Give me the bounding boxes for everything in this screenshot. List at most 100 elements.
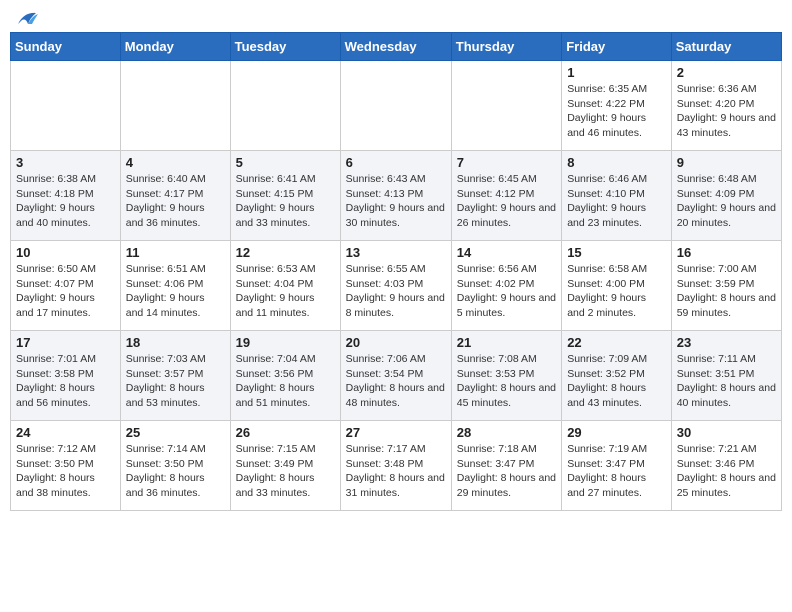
day-info: Sunrise: 6:41 AM Sunset: 4:15 PM Dayligh…	[236, 172, 335, 231]
day-number: 27	[346, 425, 446, 440]
day-of-week-header: Tuesday	[230, 33, 340, 61]
day-info: Sunrise: 6:38 AM Sunset: 4:18 PM Dayligh…	[16, 172, 115, 231]
day-number: 28	[457, 425, 556, 440]
day-number: 11	[126, 245, 225, 260]
day-number: 23	[677, 335, 776, 350]
day-number: 20	[346, 335, 446, 350]
calendar-cell: 5 Sunrise: 6:41 AM Sunset: 4:15 PM Daylig…	[230, 151, 340, 241]
calendar-cell: 25 Sunrise: 7:14 AM Sunset: 3:50 PM Dayli…	[120, 421, 230, 511]
day-number: 26	[236, 425, 335, 440]
page-header	[10, 10, 782, 24]
day-info: Sunrise: 7:18 AM Sunset: 3:47 PM Dayligh…	[457, 442, 556, 501]
day-info: Sunrise: 6:43 AM Sunset: 4:13 PM Dayligh…	[346, 172, 446, 231]
day-number: 16	[677, 245, 776, 260]
day-info: Sunrise: 7:14 AM Sunset: 3:50 PM Dayligh…	[126, 442, 225, 501]
calendar-cell: 3 Sunrise: 6:38 AM Sunset: 4:18 PM Daylig…	[11, 151, 121, 241]
day-of-week-header: Friday	[562, 33, 672, 61]
day-info: Sunrise: 6:36 AM Sunset: 4:20 PM Dayligh…	[677, 82, 776, 141]
day-number: 14	[457, 245, 556, 260]
calendar-cell: 29Sunrise: 7:19 AM Sunset: 3:47 PM Dayli…	[562, 421, 672, 511]
calendar-cell: 10 Sunrise: 6:50 AM Sunset: 4:07 PM Dayli…	[11, 241, 121, 331]
day-info: Sunrise: 6:40 AM Sunset: 4:17 PM Dayligh…	[126, 172, 225, 231]
day-number: 12	[236, 245, 335, 260]
calendar-cell: 18 Sunrise: 7:03 AM Sunset: 3:57 PM Dayli…	[120, 331, 230, 421]
day-info: Sunrise: 6:46 AM Sunset: 4:10 PM Dayligh…	[567, 172, 666, 231]
calendar-cell: 15 Sunrise: 6:58 AM Sunset: 4:00 PM Dayli…	[562, 241, 672, 331]
calendar-cell: 28 Sunrise: 7:18 AM Sunset: 3:47 PM Dayli…	[451, 421, 561, 511]
calendar-cell	[11, 61, 121, 151]
calendar-cell: 19 Sunrise: 7:04 AM Sunset: 3:56 PM Dayli…	[230, 331, 340, 421]
day-number: 21	[457, 335, 556, 350]
calendar-cell: 22 Sunrise: 7:09 AM Sunset: 3:52 PM Dayli…	[562, 331, 672, 421]
calendar-week-row: 1 Sunrise: 6:35 AM Sunset: 4:22 PM Daylig…	[11, 61, 782, 151]
day-number: 6	[346, 155, 446, 170]
calendar-cell	[340, 61, 451, 151]
day-info: Sunrise: 7:09 AM Sunset: 3:52 PM Dayligh…	[567, 352, 666, 411]
day-info: Sunrise: 7:11 AM Sunset: 3:51 PM Dayligh…	[677, 352, 776, 411]
day-info: Sunrise: 6:51 AM Sunset: 4:06 PM Dayligh…	[126, 262, 225, 321]
day-info: Sunrise: 6:53 AM Sunset: 4:04 PM Dayligh…	[236, 262, 335, 321]
day-info: Sunrise: 7:00 AM Sunset: 3:59 PM Dayligh…	[677, 262, 776, 321]
day-info: Sunrise: 7:08 AM Sunset: 3:53 PM Dayligh…	[457, 352, 556, 411]
calendar-cell: 21 Sunrise: 7:08 AM Sunset: 3:53 PM Dayli…	[451, 331, 561, 421]
day-number: 4	[126, 155, 225, 170]
calendar-cell: 17 Sunrise: 7:01 AM Sunset: 3:58 PM Dayli…	[11, 331, 121, 421]
day-info: Sunrise: 6:56 AM Sunset: 4:02 PM Dayligh…	[457, 262, 556, 321]
day-of-week-header: Thursday	[451, 33, 561, 61]
calendar-cell	[120, 61, 230, 151]
calendar-cell: 13Sunrise: 6:55 AM Sunset: 4:03 PM Dayli…	[340, 241, 451, 331]
day-number: 24	[16, 425, 115, 440]
day-number: 10	[16, 245, 115, 260]
day-info: Sunrise: 7:12 AM Sunset: 3:50 PM Dayligh…	[16, 442, 115, 501]
day-number: 7	[457, 155, 556, 170]
day-info: Sunrise: 6:45 AM Sunset: 4:12 PM Dayligh…	[457, 172, 556, 231]
day-number: 3	[16, 155, 115, 170]
day-number: 25	[126, 425, 225, 440]
logo	[14, 10, 38, 24]
day-info: Sunrise: 7:04 AM Sunset: 3:56 PM Dayligh…	[236, 352, 335, 411]
day-of-week-header: Saturday	[671, 33, 781, 61]
day-number: 19	[236, 335, 335, 350]
day-number: 5	[236, 155, 335, 170]
day-of-week-header: Sunday	[11, 33, 121, 61]
day-info: Sunrise: 7:03 AM Sunset: 3:57 PM Dayligh…	[126, 352, 225, 411]
calendar-cell: 12 Sunrise: 6:53 AM Sunset: 4:04 PM Dayli…	[230, 241, 340, 331]
day-number: 8	[567, 155, 666, 170]
calendar-cell: 26 Sunrise: 7:15 AM Sunset: 3:49 PM Dayli…	[230, 421, 340, 511]
calendar-week-row: 10 Sunrise: 6:50 AM Sunset: 4:07 PM Dayli…	[11, 241, 782, 331]
calendar-cell: 20 Sunrise: 7:06 AM Sunset: 3:54 PM Dayli…	[340, 331, 451, 421]
day-number: 18	[126, 335, 225, 350]
calendar-cell: 7 Sunrise: 6:45 AM Sunset: 4:12 PM Daylig…	[451, 151, 561, 241]
calendar-cell: 2Sunrise: 6:36 AM Sunset: 4:20 PM Daylig…	[671, 61, 781, 151]
day-number: 9	[677, 155, 776, 170]
calendar: SundayMondayTuesdayWednesdayThursdayFrid…	[10, 32, 782, 511]
day-number: 1	[567, 65, 666, 80]
calendar-cell: 9Sunrise: 6:48 AM Sunset: 4:09 PM Daylig…	[671, 151, 781, 241]
logo-bird-icon	[16, 10, 38, 28]
day-info: Sunrise: 6:35 AM Sunset: 4:22 PM Dayligh…	[567, 82, 666, 141]
day-info: Sunrise: 6:58 AM Sunset: 4:00 PM Dayligh…	[567, 262, 666, 321]
calendar-cell: 6 Sunrise: 6:43 AM Sunset: 4:13 PM Daylig…	[340, 151, 451, 241]
day-number: 13	[346, 245, 446, 260]
calendar-cell: 30Sunrise: 7:21 AM Sunset: 3:46 PM Dayli…	[671, 421, 781, 511]
calendar-header-row: SundayMondayTuesdayWednesdayThursdayFrid…	[11, 33, 782, 61]
day-number: 30	[677, 425, 776, 440]
day-number: 17	[16, 335, 115, 350]
calendar-cell: 4 Sunrise: 6:40 AM Sunset: 4:17 PM Daylig…	[120, 151, 230, 241]
calendar-cell: 24 Sunrise: 7:12 AM Sunset: 3:50 PM Dayli…	[11, 421, 121, 511]
calendar-cell: 23 Sunrise: 7:11 AM Sunset: 3:51 PM Dayli…	[671, 331, 781, 421]
day-info: Sunrise: 7:06 AM Sunset: 3:54 PM Dayligh…	[346, 352, 446, 411]
calendar-cell: 27 Sunrise: 7:17 AM Sunset: 3:48 PM Dayli…	[340, 421, 451, 511]
day-of-week-header: Monday	[120, 33, 230, 61]
day-number: 15	[567, 245, 666, 260]
day-number: 22	[567, 335, 666, 350]
calendar-week-row: 17 Sunrise: 7:01 AM Sunset: 3:58 PM Dayli…	[11, 331, 782, 421]
day-info: Sunrise: 7:15 AM Sunset: 3:49 PM Dayligh…	[236, 442, 335, 501]
day-info: Sunrise: 7:01 AM Sunset: 3:58 PM Dayligh…	[16, 352, 115, 411]
day-of-week-header: Wednesday	[340, 33, 451, 61]
calendar-cell: 1 Sunrise: 6:35 AM Sunset: 4:22 PM Daylig…	[562, 61, 672, 151]
day-info: Sunrise: 6:50 AM Sunset: 4:07 PM Dayligh…	[16, 262, 115, 321]
day-info: Sunrise: 7:17 AM Sunset: 3:48 PM Dayligh…	[346, 442, 446, 501]
day-number: 29	[567, 425, 666, 440]
calendar-week-row: 3 Sunrise: 6:38 AM Sunset: 4:18 PM Daylig…	[11, 151, 782, 241]
